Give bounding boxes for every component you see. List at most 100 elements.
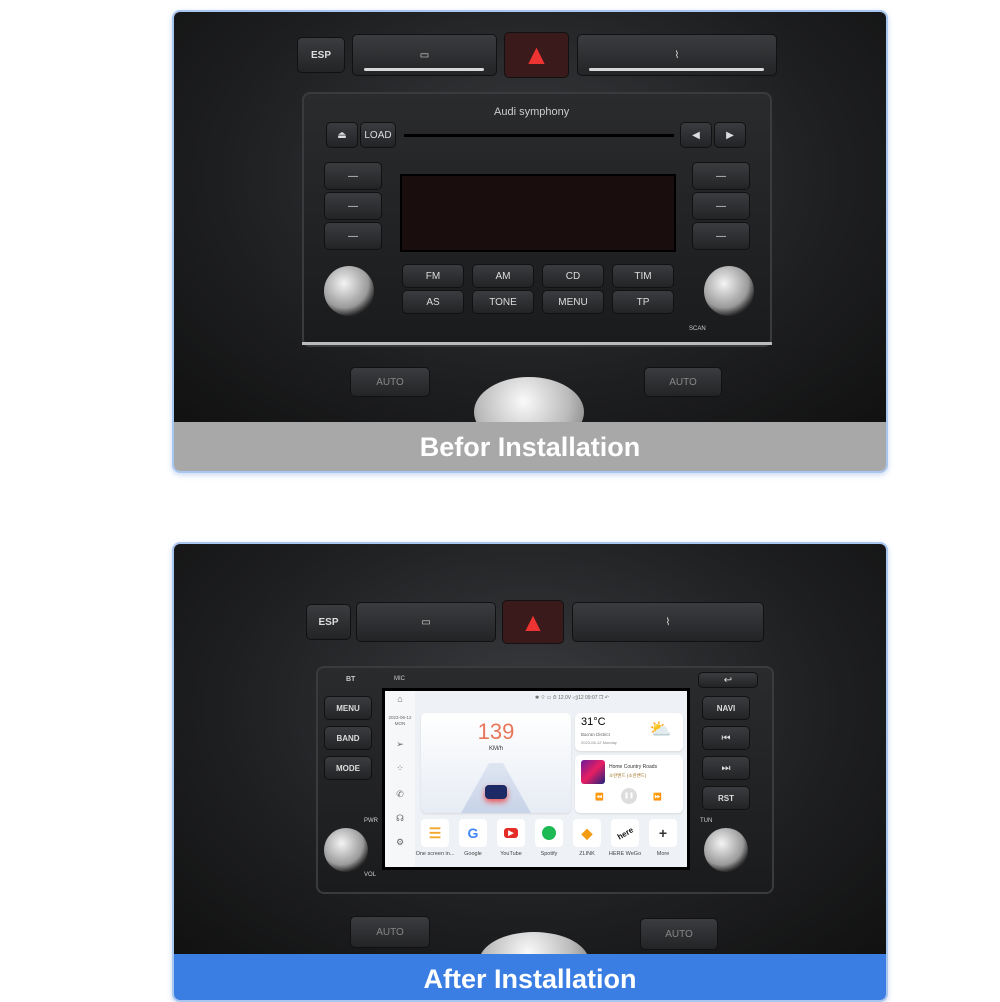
- head-unit: BT MIC MENU BAND MODE PWR VOL ↩ NAVI ⏮ ⏭…: [316, 666, 774, 894]
- more-app[interactable]: +: [649, 819, 677, 847]
- tone-button: TONE: [472, 290, 534, 314]
- scan-label: SCAN: [689, 326, 706, 332]
- before-panel: ESP ▭ ▲ ⌇ Audi symphony ⏏ LOAD ◀ ▶ — — —…: [172, 10, 888, 473]
- weather-date: 2023-06-12 Monday: [581, 740, 617, 745]
- speed-value: 139: [477, 719, 515, 744]
- apps-icon[interactable]: ⁘: [389, 763, 411, 774]
- hazard-icon: ▲: [522, 39, 551, 70]
- sun-cloud-icon: ⛅: [649, 719, 672, 739]
- rst-button: RST: [702, 786, 750, 810]
- seat-button: ⌇: [572, 602, 764, 642]
- as-button: AS: [402, 290, 464, 314]
- esp-button: ESP: [306, 604, 351, 640]
- power-volume-knob: [324, 828, 368, 872]
- location: Bao'an District: [581, 732, 610, 737]
- menu-button: MENU: [542, 290, 604, 314]
- auto-right-button: AUTO: [644, 367, 722, 397]
- navigation-icon[interactable]: ➢: [389, 739, 411, 750]
- auto-left-button: AUTO: [350, 367, 430, 397]
- date-label: 2023-06-12: [388, 715, 412, 720]
- cd-button: CD: [542, 264, 604, 288]
- indicator-bar: [364, 68, 484, 71]
- band-button: BAND: [324, 726, 372, 750]
- song-title: Home Country Roads: [609, 764, 658, 770]
- return-icon[interactable]: ↶: [605, 695, 609, 701]
- song-artist: 소란밴드 (소란밴드): [609, 773, 647, 778]
- settings-icon[interactable]: ⚙: [389, 837, 411, 848]
- tp-button: TP: [612, 290, 674, 314]
- cd-slot: [404, 134, 674, 137]
- brand-label: Audi symphony: [494, 106, 570, 118]
- headset-icon[interactable]: ☊: [389, 813, 411, 824]
- volume-label: 12: [578, 695, 584, 701]
- vol-label: VOL: [364, 872, 377, 878]
- time-label: 09:07: [585, 695, 598, 701]
- recent-apps-icon[interactable]: ❐: [599, 695, 603, 701]
- phone-icon[interactable]: ✆: [389, 789, 411, 800]
- mic-label: MIC: [394, 676, 405, 682]
- preset-5: —: [692, 192, 750, 220]
- status-bar: ✱ ⌔ ▭ ⏱ 12.0V ◁)12 09:07 ❐ ↶: [535, 695, 609, 701]
- one-screen-app[interactable]: ☰: [421, 819, 449, 847]
- here-app[interactable]: here: [611, 819, 639, 847]
- radio-faceplate: Audi symphony ⏏ LOAD ◀ ▶ — — — — — — FM …: [302, 92, 772, 347]
- preset-6: —: [692, 222, 750, 250]
- spotify-icon: [542, 826, 556, 840]
- here-icon: here: [615, 824, 635, 842]
- mode-button: MODE: [324, 756, 372, 780]
- esp-label: ESP: [318, 616, 339, 628]
- previous-icon[interactable]: ⏪: [595, 793, 604, 801]
- preset-3: —: [324, 222, 382, 250]
- menu-button: MENU: [324, 696, 372, 720]
- prev-track-button: ⏮: [702, 726, 750, 750]
- am-button: AM: [472, 264, 534, 288]
- after-caption-text: After Installation: [423, 963, 637, 994]
- day-label: MON: [394, 721, 406, 726]
- spotify-app[interactable]: [535, 819, 563, 847]
- google-app[interactable]: G: [459, 819, 487, 847]
- hazard-button: ▲: [502, 600, 564, 644]
- youtube-icon: ▶: [504, 828, 518, 838]
- auto-left-button: AUTO: [350, 916, 430, 948]
- before-caption: Befor Installation: [174, 422, 886, 471]
- auto-right-button: AUTO: [640, 918, 718, 950]
- speed-unit: KM/h: [488, 746, 503, 752]
- volume-knob: [324, 266, 374, 316]
- before-caption-text: Befor Installation: [419, 432, 641, 462]
- tune-knob: [704, 828, 748, 872]
- album-art: [581, 760, 605, 784]
- speed-card[interactable]: 139 KM/h: [421, 713, 571, 813]
- after-panel: ESP ▭ ▲ ⌇ BT MIC MENU BAND MODE PWR VOL …: [172, 542, 888, 1002]
- weather-card[interactable]: 31°C Bao'an District 2023-06-12 Monday ⛅: [575, 713, 683, 751]
- next-icon[interactable]: ⏩: [653, 793, 662, 801]
- tun-label: TUN: [700, 818, 713, 824]
- tim-button: TIM: [612, 264, 674, 288]
- prev-button: ◀: [680, 122, 712, 148]
- pwr-label: PWR: [364, 818, 378, 824]
- temperature: 31°C: [581, 716, 606, 728]
- load-button: LOAD: [360, 122, 396, 148]
- youtube-app[interactable]: ▶: [497, 819, 525, 847]
- back-button: ↩: [698, 672, 758, 688]
- zlink-app[interactable]: ◆: [573, 819, 601, 847]
- home-icon[interactable]: ⌂: [389, 694, 411, 704]
- bluetooth-icon: ✱ ⌔ ▭ ⏱: [535, 695, 559, 701]
- before-photo: ESP ▭ ▲ ⌇ Audi symphony ⏏ LOAD ◀ ▶ — — —…: [174, 12, 886, 447]
- esp-label: ESP: [310, 49, 331, 61]
- trim-strip: [302, 342, 772, 345]
- voltage-label: 12.0V: [558, 695, 572, 701]
- hazard-button: ▲: [504, 32, 569, 78]
- navi-button: NAVI: [702, 696, 750, 720]
- tune-knob: [704, 266, 754, 316]
- car-icon: [485, 785, 507, 799]
- display-button: ▭: [356, 602, 496, 642]
- hazard-icon: ▲: [520, 606, 546, 637]
- app-label: More: [656, 851, 670, 857]
- music-card[interactable]: Home Country Roads 소란밴드 (소란밴드) ⏪ ❚❚ ⏩: [575, 755, 683, 813]
- next-track-button: ⏭: [702, 756, 750, 780]
- touch-screen[interactable]: ⌂ 2023-06-12 MON ➢ ⁘ ✆ ☊ ⚙ ✱ ⌔ ▭ ⏱ 12.0V…: [382, 688, 690, 870]
- fm-button: FM: [402, 264, 464, 288]
- esp-button: ESP: [297, 37, 345, 73]
- preset-1: —: [324, 162, 382, 190]
- play-pause-icon[interactable]: ❚❚: [621, 788, 637, 804]
